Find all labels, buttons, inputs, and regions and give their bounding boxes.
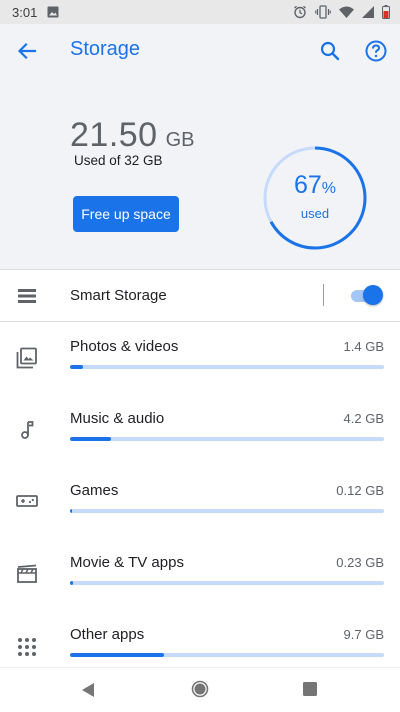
smart-storage-label: Smart Storage <box>70 287 167 304</box>
category-movie-tv-apps[interactable]: Movie & TV apps 0.23 GB <box>0 554 400 626</box>
signal-icon <box>362 6 374 18</box>
vibrate-icon <box>315 5 331 19</box>
apps-grid-icon <box>16 636 38 658</box>
category-size: 4.2 GB <box>343 411 384 426</box>
category-music-audio[interactable]: Music & audio 4.2 GB <box>0 410 400 482</box>
category-label: Movie & TV apps <box>70 554 184 571</box>
category-bar-fill <box>70 509 72 513</box>
status-right <box>293 5 390 19</box>
photos-icon <box>16 347 38 369</box>
category-bar-fill <box>70 581 73 585</box>
gauge-percent-value: 67 <box>293 171 322 199</box>
category-photos-videos[interactable]: Photos & videos 1.4 GB <box>0 338 400 410</box>
category-size: 9.7 GB <box>343 627 384 642</box>
wifi-icon <box>339 6 354 18</box>
category-label: Music & audio <box>70 410 165 427</box>
help-icon[interactable] <box>363 38 389 64</box>
nav-home-icon[interactable] <box>191 680 209 698</box>
category-games[interactable]: Games 0.12 GB <box>0 482 400 554</box>
category-bar-fill <box>70 437 111 441</box>
status-time: 3:01 <box>12 4 38 20</box>
category-bar-fill <box>70 365 83 369</box>
free-up-space-button[interactable]: Free up space <box>73 196 179 232</box>
gauge-percent-sign: % <box>321 180 337 197</box>
category-label: Games <box>70 482 119 499</box>
battery-icon <box>382 5 390 19</box>
music-note-icon <box>16 419 38 441</box>
image-icon <box>47 6 59 18</box>
category-label: Photos & videos <box>70 338 179 355</box>
status-bar: 3:01 <box>0 0 400 24</box>
used-unit: GB <box>165 129 195 151</box>
category-bar <box>70 365 384 369</box>
gamepad-icon <box>16 490 38 512</box>
nav-recents-icon[interactable] <box>303 682 317 696</box>
category-bar-fill <box>70 653 165 657</box>
category-size: 1.4 GB <box>343 339 384 354</box>
nav-back-icon[interactable] <box>80 682 96 698</box>
smart-storage-toggle[interactable] <box>349 284 383 306</box>
category-size: 0.23 GB <box>336 555 384 570</box>
category-label: Other apps <box>70 626 145 643</box>
category-bar <box>70 509 384 513</box>
alarm-icon <box>293 5 307 19</box>
toggle-thumb <box>363 285 383 305</box>
smart-storage-icon <box>17 286 37 306</box>
toggle-separator <box>323 284 324 306</box>
page-title: Storage <box>70 38 141 60</box>
smart-storage-row[interactable]: Smart Storage <box>0 270 400 321</box>
divider <box>0 321 400 322</box>
category-bar <box>70 437 384 441</box>
search-icon[interactable] <box>317 38 343 64</box>
movie-icon <box>16 563 38 585</box>
gauge-percent: 67% <box>261 171 369 200</box>
category-bar <box>70 581 384 585</box>
gauge-used-label: used <box>300 206 330 221</box>
used-of-total: Used of 32 GB <box>74 153 163 168</box>
app-bar: Storage <box>0 24 400 78</box>
gauge-text: 67% used <box>261 144 369 252</box>
category-bar <box>70 653 384 657</box>
storage-header: Storage 21.50 GB Used of 32 GB Free up s… <box>0 24 400 269</box>
status-left: 3:01 <box>12 5 59 20</box>
category-size: 0.12 GB <box>336 483 384 498</box>
storage-gauge: 67% used <box>261 144 369 252</box>
used-value: 21.50 <box>70 116 158 154</box>
used-amount: 21.50 GB <box>70 116 195 155</box>
back-arrow-icon[interactable] <box>14 38 40 64</box>
system-nav-bar <box>0 667 400 712</box>
